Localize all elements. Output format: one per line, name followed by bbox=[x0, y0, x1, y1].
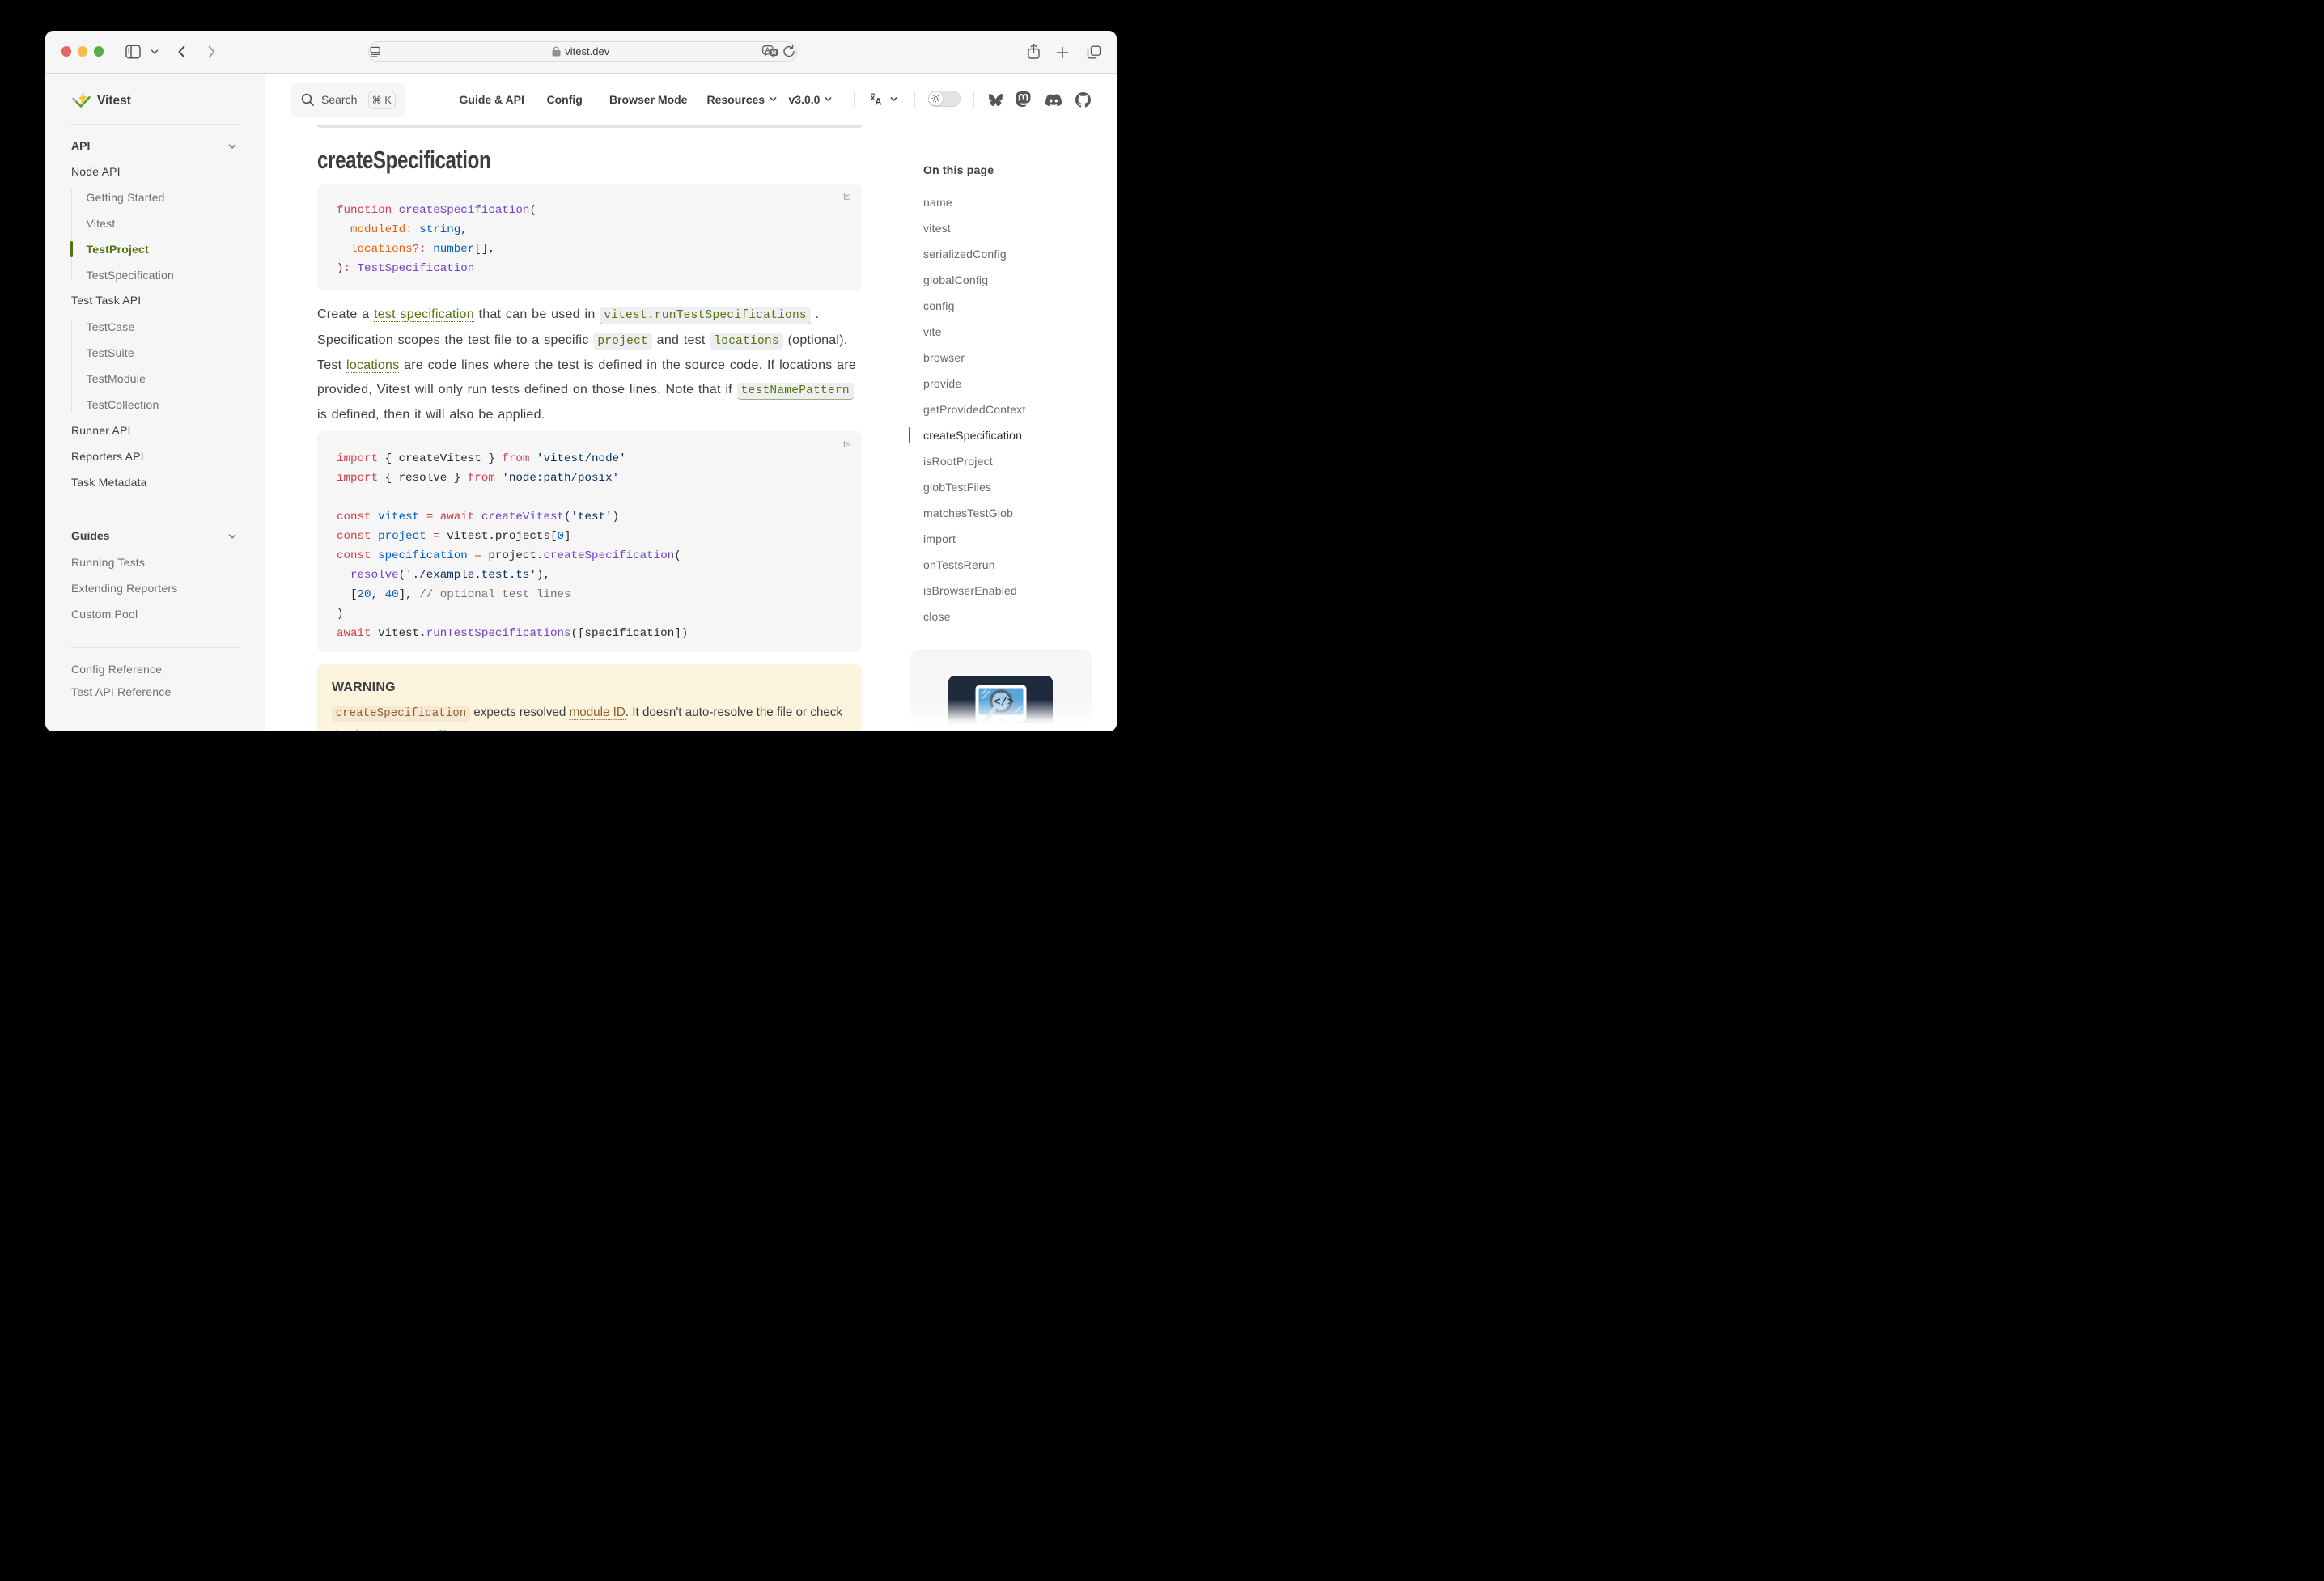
svg-text:A: A bbox=[875, 98, 881, 106]
